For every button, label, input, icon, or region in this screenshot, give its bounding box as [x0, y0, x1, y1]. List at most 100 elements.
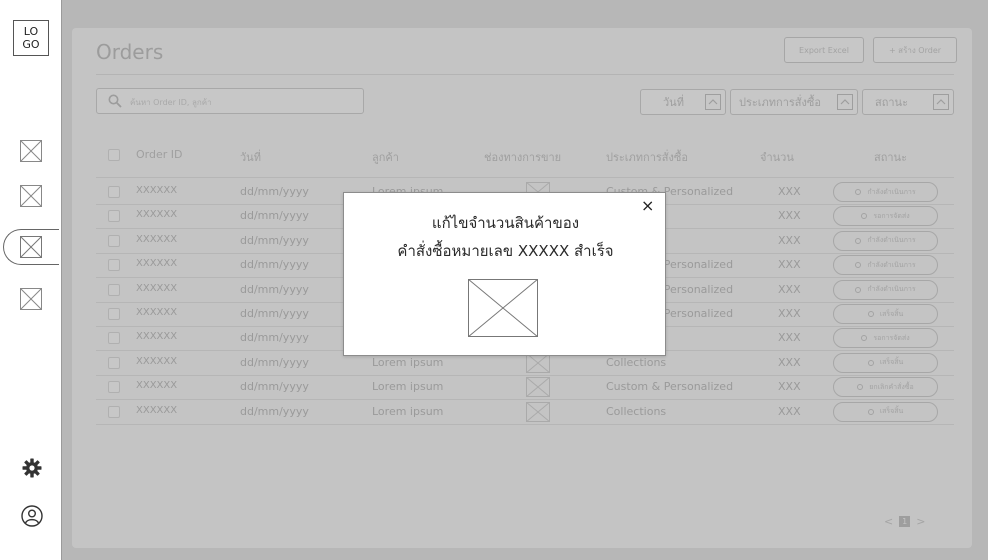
row-checkbox[interactable] — [108, 210, 120, 223]
image-placeholder-icon — [20, 288, 42, 310]
status-badge: เสร็จสิ้น — [833, 304, 938, 324]
export-excel-button[interactable]: Export Excel — [784, 37, 864, 63]
order-id-cell[interactable]: XXXXXX — [136, 356, 177, 367]
row-checkbox[interactable] — [108, 405, 120, 418]
quantity-cell: XXX — [778, 185, 801, 198]
column-header-status[interactable]: สถานะ — [874, 148, 907, 166]
status-dot-icon — [855, 286, 862, 293]
column-header-order-id[interactable]: Order ID — [136, 148, 182, 161]
order-id-cell[interactable]: XXXXXX — [136, 380, 177, 391]
status-label: กำลังดำเนินการ — [867, 260, 916, 269]
pagination-next[interactable]: > — [916, 515, 925, 528]
search-placeholder: ค้นหา Order ID, ลูกค้า — [130, 98, 212, 107]
image-placeholder-icon — [20, 236, 42, 258]
table-header: Order ID วันที่ ลูกค้า ช่องทางการขาย ประ… — [96, 140, 954, 168]
pagination-prev[interactable]: < — [884, 515, 893, 528]
order-type-cell: Collections — [606, 404, 667, 418]
order-id-cell[interactable]: XXXXXX — [136, 283, 177, 294]
date-cell: dd/mm/yyyy — [240, 282, 309, 296]
logo[interactable]: LO GO — [13, 20, 49, 56]
sidebar-nav-item-1[interactable] — [20, 140, 42, 162]
image-placeholder-icon — [20, 140, 42, 162]
channel-image-icon — [525, 401, 551, 422]
row-checkbox[interactable] — [108, 283, 120, 296]
table-row[interactable]: XXXXXX dd/mm/yyyy Lorem ipsum Collections XX… — [96, 400, 954, 424]
pagination: < 1 > — [884, 515, 925, 528]
date-cell: dd/mm/yyyy — [240, 307, 309, 320]
row-checkbox[interactable] — [108, 308, 120, 320]
column-header-channel[interactable]: ช่องทางการขาย — [484, 148, 561, 166]
filter-status-label: สถานะ — [875, 96, 908, 109]
order-type-cell: Collections — [606, 355, 667, 369]
status-badge: เสร็จสิ้น — [833, 401, 938, 422]
order-id-cell[interactable]: XXXXXX — [136, 307, 177, 318]
order-id-cell[interactable]: XXXXXX — [136, 405, 177, 416]
filter-order-type[interactable]: ประเภทการสั่งซื้อ — [730, 89, 858, 115]
status-dot-icon — [855, 237, 862, 244]
user-icon[interactable] — [21, 505, 43, 527]
order-id-cell[interactable]: XXXXXX — [136, 234, 177, 245]
status-badge: กำลังดำเนินการ — [833, 279, 938, 300]
status-dot-icon — [861, 213, 868, 220]
status-dot-icon — [861, 335, 868, 342]
chevron-up-icon — [837, 94, 853, 110]
status-badge: กำลังดำเนินการ — [833, 255, 938, 276]
quantity-cell: XXX — [778, 380, 801, 394]
date-cell: dd/mm/yyyy — [240, 331, 309, 345]
filter-date[interactable]: วันที่ — [640, 89, 726, 115]
customer-cell: Lorem ipsum — [372, 355, 444, 369]
header-divider — [96, 177, 954, 178]
row-checkbox[interactable] — [108, 356, 120, 369]
app-root: LO GO Orders Export Excel + สร้าง Order … — [0, 0, 988, 560]
row-checkbox[interactable] — [108, 259, 120, 272]
order-id-cell[interactable]: XXXXXX — [136, 209, 177, 220]
status-dot-icon — [867, 408, 874, 415]
select-all-checkbox[interactable] — [108, 149, 120, 161]
image-placeholder-icon — [467, 278, 539, 338]
status-dot-icon — [867, 359, 874, 366]
status-badge: ยกเลิกคำสั่งซื้อ — [833, 377, 938, 398]
row-checkbox[interactable] — [108, 332, 120, 345]
status-label: รอการจัดส่ง — [873, 211, 910, 220]
status-label: เสร็จสิ้น — [879, 358, 904, 367]
row-divider — [96, 423, 954, 425]
customer-cell: Lorem ipsum — [372, 404, 444, 418]
sidebar-nav-item-4[interactable] — [20, 288, 42, 310]
status-badge: กำลังดำเนินการ — [833, 182, 938, 202]
search-icon — [108, 93, 122, 108]
row-checkbox[interactable] — [108, 234, 120, 247]
sidebar-nav-item-2[interactable] — [20, 185, 42, 207]
order-id-cell[interactable]: XXXXXX — [136, 185, 177, 196]
row-checkbox[interactable] — [108, 186, 120, 198]
gear-icon[interactable] — [22, 458, 42, 478]
column-header-date[interactable]: วันที่ — [240, 148, 261, 166]
quantity-cell: XXX — [778, 355, 801, 369]
row-checkbox[interactable] — [108, 381, 120, 394]
pagination-current-page[interactable]: 1 — [899, 516, 911, 527]
image-placeholder-icon — [20, 185, 42, 207]
date-cell: dd/mm/yyyy — [240, 185, 309, 198]
modal-message-line-2: คำสั่งซื้อหมายเลข XXXXX สำเร็จ — [397, 242, 614, 260]
filter-status[interactable]: สถานะ — [862, 89, 954, 115]
status-label: รอการจัดส่ง — [873, 333, 910, 342]
sidebar: LO GO — [0, 0, 62, 560]
create-order-button[interactable]: + สร้าง Order — [873, 37, 957, 63]
status-badge: รอการจัดส่ง — [833, 328, 938, 349]
date-cell: dd/mm/yyyy — [240, 404, 309, 418]
logo-line-2: GO — [22, 38, 40, 51]
date-cell: dd/mm/yyyy — [240, 233, 309, 247]
table-row[interactable]: XXXXXX dd/mm/yyyy Lorem ipsum Custom & Pers… — [96, 375, 954, 399]
title-divider — [96, 74, 954, 75]
logo-line-1: LO — [23, 25, 39, 38]
column-header-quantity[interactable]: จำนวน — [760, 148, 794, 166]
filter-order-type-label: ประเภทการสั่งซื้อ — [739, 96, 821, 109]
sidebar-nav-item-3-active[interactable] — [20, 236, 42, 258]
column-header-order-type[interactable]: ประเภทการสั่งซื้อ — [606, 148, 688, 166]
quantity-cell: XXX — [778, 209, 801, 223]
status-label: เสร็จสิ้น — [879, 309, 904, 318]
order-id-cell[interactable]: XXXXXX — [136, 331, 177, 342]
order-id-cell[interactable]: XXXXXX — [136, 258, 177, 269]
column-header-customer[interactable]: ลูกค้า — [372, 148, 399, 166]
status-dot-icon — [867, 311, 874, 317]
chevron-up-icon — [705, 94, 721, 110]
